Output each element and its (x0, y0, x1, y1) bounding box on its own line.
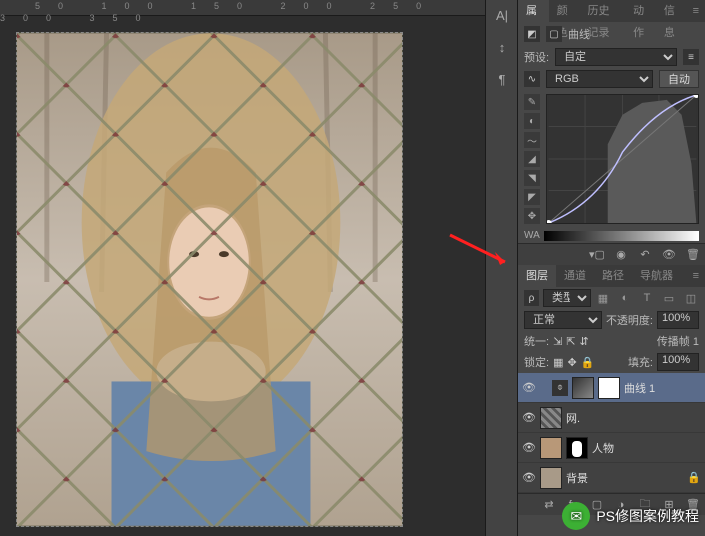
filter-kind-dropdown[interactable]: 类型 (543, 289, 591, 307)
ruler-horizontal (0, 0, 517, 16)
layer-row[interactable]: 👁 人物 (518, 433, 705, 463)
filter-shape-icon[interactable]: ▭ (661, 290, 677, 306)
point-curve-icon[interactable]: ∿ (524, 71, 540, 87)
eyedropper-gray-icon[interactable]: ◥ (524, 170, 540, 186)
channel-dropdown[interactable]: RGB (546, 70, 653, 88)
filter-adjust-icon[interactable]: ◐ (617, 290, 633, 306)
wa-label: WA (524, 230, 540, 241)
opacity-value[interactable]: 100% (657, 311, 699, 329)
smooth-icon[interactable]: 〜 (524, 132, 540, 148)
panel-menu-icon[interactable]: ≡ (687, 5, 705, 17)
layer-thumb[interactable] (572, 377, 594, 399)
preset-dropdown[interactable]: 自定 (555, 48, 677, 66)
lock-icon: 🔒 (687, 471, 701, 484)
layer-name[interactable]: 曲线 1 (624, 380, 655, 396)
canvas-image (17, 33, 402, 526)
toggle-visibility-icon[interactable]: 👁 (661, 247, 677, 263)
fill-label: 填充: (628, 354, 653, 370)
unify-style-icon[interactable]: ⇵ (580, 335, 589, 348)
collapsed-panel-dock: A| ↕ ¶ (485, 0, 517, 536)
adjustment-title: 曲线 (568, 26, 590, 42)
opacity-label: 不透明度: (606, 312, 653, 328)
filter-smart-icon[interactable]: ◫ (683, 290, 699, 306)
properties-header: ◩ ▢ 曲线 (518, 22, 705, 46)
curves-side-tools: ✎ ◐ 〜 ◢ ◥ ◤ ✥ (524, 94, 542, 224)
hand-target-icon[interactable]: ✥ (524, 208, 540, 224)
unify-pos-icon[interactable]: ⇲ (553, 335, 562, 348)
layer-row[interactable]: 👁 网. (518, 403, 705, 433)
blend-mode-dropdown[interactable]: 正常 (524, 311, 602, 329)
watermark-text: PS修图案例教程 (596, 506, 699, 526)
output-ramp-row: WA (518, 228, 705, 243)
reset-icon[interactable]: ↶ (637, 247, 653, 263)
link-layers-icon[interactable]: ⇄ (541, 497, 557, 513)
canvas-document[interactable] (16, 32, 403, 527)
tab-properties[interactable]: 属性 (518, 0, 549, 22)
tab-paths[interactable]: 路径 (594, 265, 632, 287)
tab-actions[interactable]: 动作 (625, 0, 656, 22)
view-previous-icon[interactable]: ◉ (613, 247, 629, 263)
lock-pixels-icon[interactable]: ▦ (553, 356, 563, 369)
filter-kind-icon[interactable]: ρ (524, 290, 539, 306)
layer-name[interactable]: 背景 (566, 470, 588, 486)
tab-channels[interactable]: 通道 (556, 265, 594, 287)
layers-tab-bar: 图层 通道 路径 导航器 ≡ (518, 265, 705, 287)
properties-footer: ▾▢ ◉ ↶ 👁 🗑 (518, 243, 705, 265)
layers-panel-body: ρ 类型 ▦ ◐ T ▭ ◫ 正常 不透明度: 100% 统一: ⇲ ⇱ ⇵ 传… (518, 287, 705, 515)
glyphs-panel-icon[interactable]: ↕ (486, 32, 518, 64)
tab-info[interactable]: 信息 (656, 0, 687, 22)
lock-label: 锁定: (524, 354, 549, 370)
auto-button[interactable]: 自动 (659, 70, 699, 88)
wechat-icon: ✉ (562, 502, 590, 530)
layer-thumb[interactable] (540, 437, 562, 459)
layer-name[interactable]: 网. (566, 410, 580, 426)
delete-adjustment-icon[interactable]: 🗑 (685, 247, 701, 263)
layers-menu-icon[interactable]: ≡ (687, 270, 705, 282)
unified-label: 统一: (524, 333, 549, 349)
curves-adjustment-icon: ◩ (524, 26, 540, 42)
lock-position-icon[interactable]: ✥ (567, 356, 576, 369)
filter-pixel-icon[interactable]: ▦ (595, 290, 611, 306)
visibility-icon[interactable]: 👁 (522, 471, 536, 485)
eyedropper-white-icon[interactable]: ◤ (524, 189, 540, 205)
pencil-curve-icon[interactable]: ✎ (524, 94, 540, 110)
eyedropper-black-icon[interactable]: ◢ (524, 151, 540, 167)
filter-type-icon[interactable]: T (639, 290, 655, 306)
properties-tab-bar: 属性 颜色 历史记录 动作 信息 ≡ (518, 0, 705, 22)
input-gradient[interactable] (544, 231, 699, 241)
visibility-icon[interactable]: 👁 (522, 411, 536, 425)
link-icon[interactable]: ⌽ (552, 380, 568, 396)
watermark: ✉ PS修图案例教程 (562, 502, 699, 530)
tab-layers[interactable]: 图层 (518, 265, 556, 287)
curves-graph[interactable] (546, 94, 699, 224)
layer-row[interactable]: 👁 ⌽ 曲线 1 (518, 373, 705, 403)
channel-row: ∿ RGB 自动 (518, 68, 705, 90)
lock-all-icon[interactable]: 🔒 (581, 356, 595, 369)
layer-mask-thumb[interactable] (566, 437, 588, 459)
fill-value[interactable]: 100% (657, 353, 699, 371)
unify-vis-icon[interactable]: ⇱ (566, 335, 575, 348)
type-panel-icon[interactable]: A| (486, 0, 518, 32)
layer-list: 👁 ⌽ 曲线 1 👁 网. 👁 人物 👁 背景 (518, 373, 705, 493)
right-panels: 属性 颜色 历史记录 动作 信息 ≡ ◩ ▢ 曲线 预设: 自定 ≡ ∿ RGB… (517, 0, 705, 536)
preset-menu-icon[interactable]: ≡ (683, 49, 699, 65)
clip-to-layer-icon[interactable]: ▾▢ (589, 247, 605, 263)
preset-row: 预设: 自定 ≡ (518, 46, 705, 68)
propagate-label[interactable]: 传播帧 1 (657, 333, 699, 349)
curves-editor: ✎ ◐ 〜 ◢ ◥ ◤ ✥ (518, 90, 705, 228)
layer-mask-thumb[interactable] (598, 377, 620, 399)
tab-navigator[interactable]: 导航器 (632, 265, 681, 287)
visibility-icon[interactable]: 👁 (522, 381, 536, 395)
layer-name[interactable]: 人物 (592, 440, 614, 456)
mask-icon[interactable]: ▢ (546, 26, 562, 42)
tab-history[interactable]: 历史记录 (580, 0, 626, 22)
preset-label: 预设: (524, 49, 549, 65)
layer-row[interactable]: 👁 背景 🔒 (518, 463, 705, 493)
sample-light-icon[interactable]: ◐ (524, 113, 540, 129)
tab-color[interactable]: 颜色 (549, 0, 580, 22)
layer-thumb[interactable] (540, 467, 562, 489)
layer-thumb[interactable] (540, 407, 562, 429)
paragraph-panel-icon[interactable]: ¶ (486, 64, 518, 96)
visibility-icon[interactable]: 👁 (522, 441, 536, 455)
